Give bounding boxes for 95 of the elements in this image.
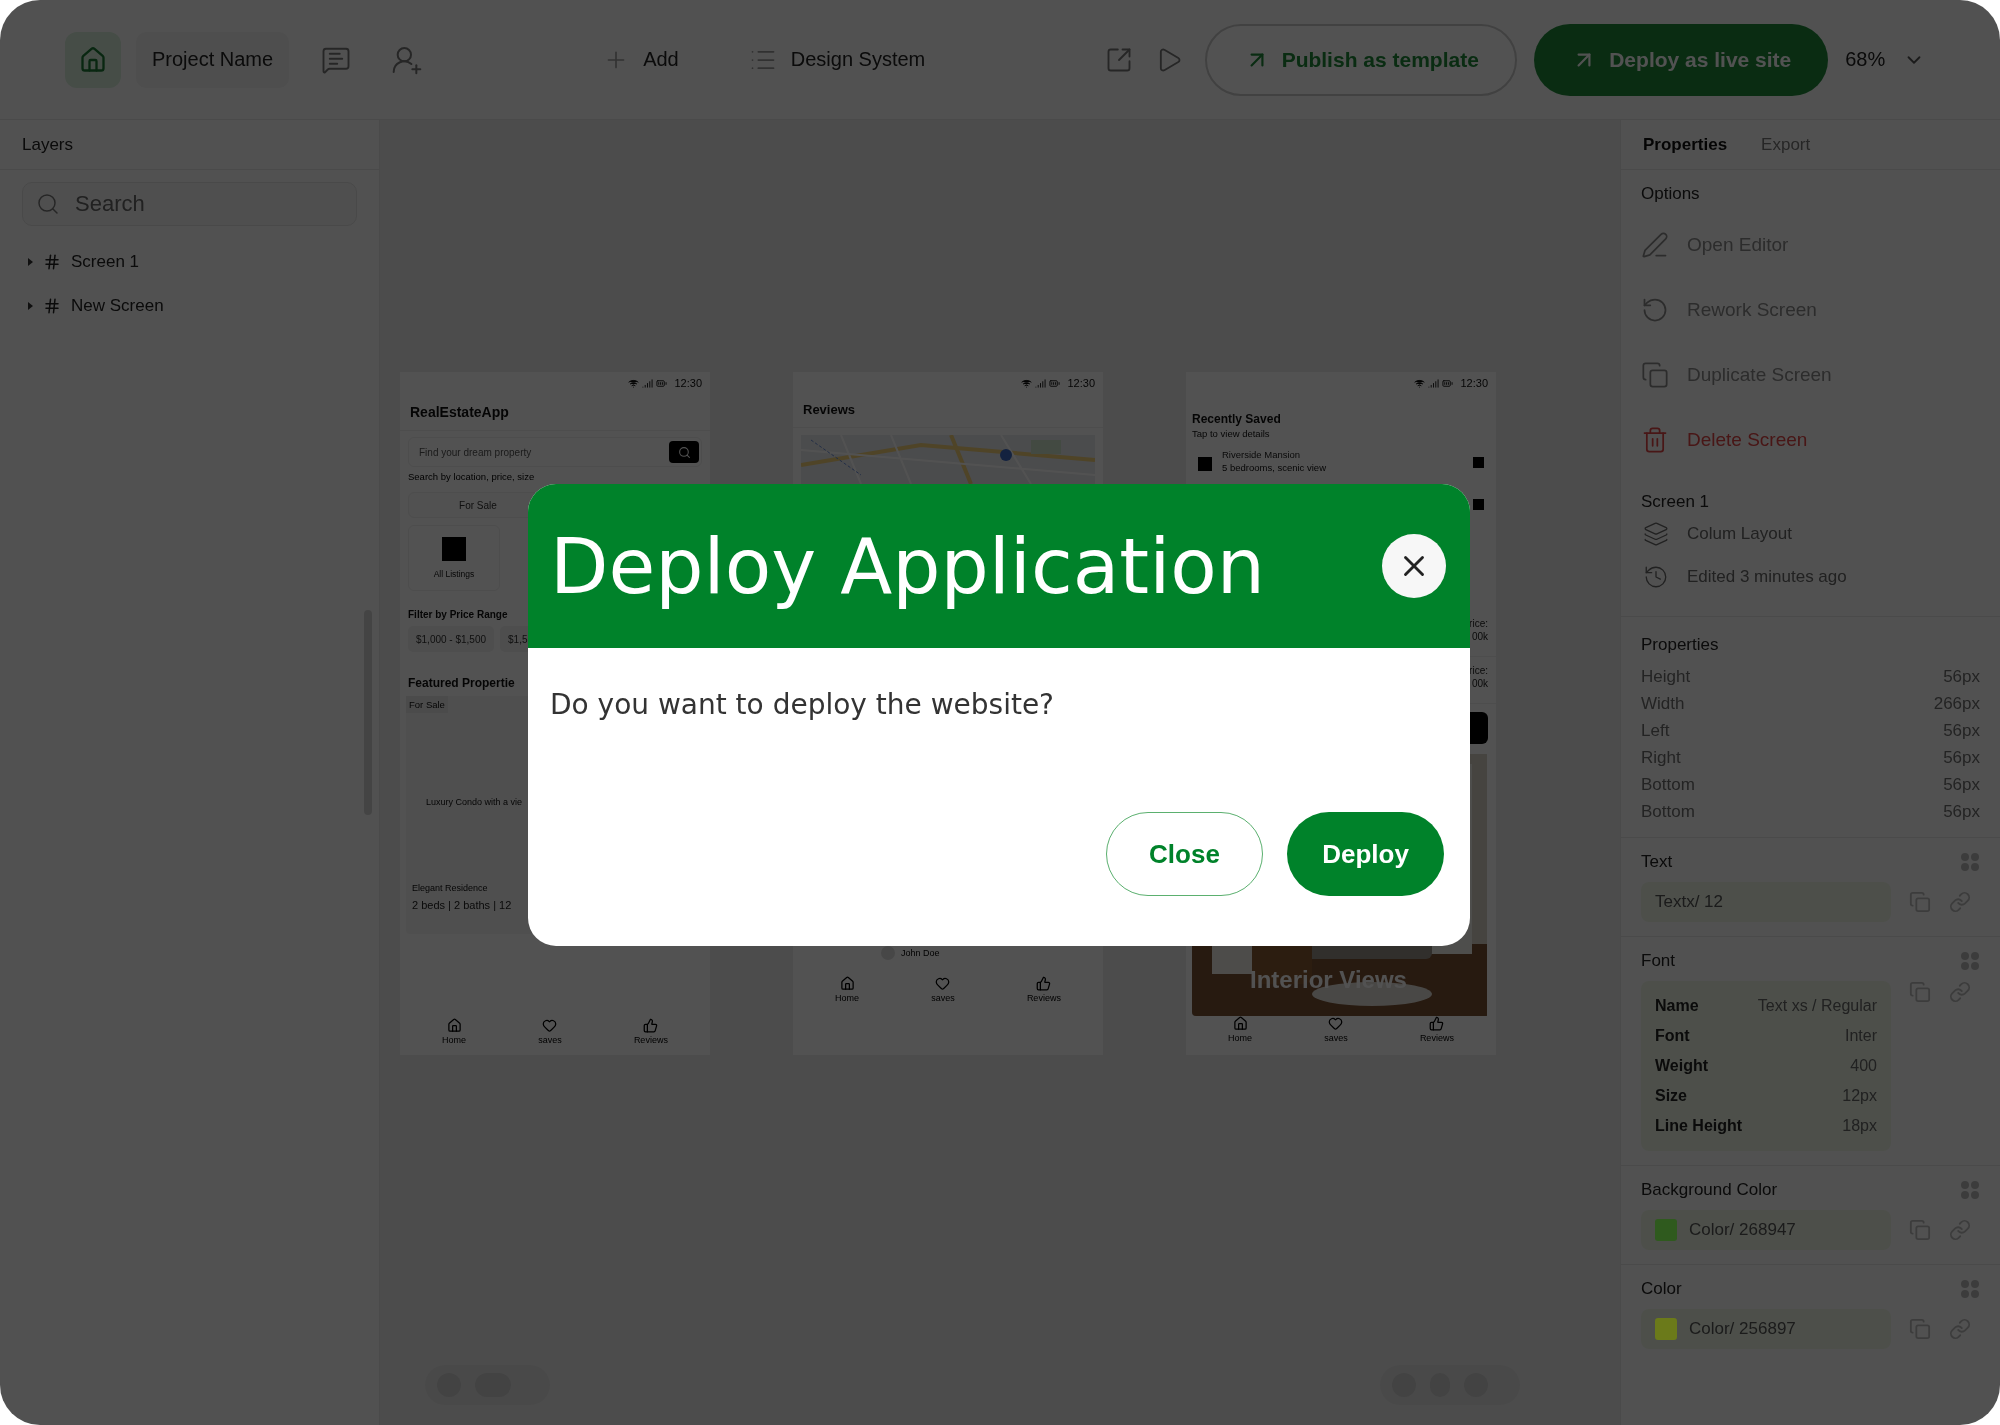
caret-icon[interactable] [28,258,33,266]
layer-item[interactable]: New Screen [0,284,379,328]
nav-item[interactable]: saves [538,1018,562,1045]
deploy-button[interactable]: Deploy [1287,812,1444,896]
duplicate-icon [1641,360,1669,389]
banner-title: Interior Views [1250,966,1407,994]
layer-item[interactable]: Screen 1 [0,240,379,284]
dialog-title: Deploy Application [550,521,1265,611]
frame-icon [43,297,61,315]
font-label: Name [1655,997,1699,1015]
publish-button[interactable]: Publish as template [1205,23,1518,96]
price-label: rice: [1469,665,1488,676]
category-icon [442,537,466,561]
nav-item[interactable]: Reviews [1026,976,1061,1003]
avatar [881,946,895,960]
app-title: RealEstateApp [400,394,710,431]
nav-item[interactable]: Reviews [633,1018,668,1045]
close-dialog-button[interactable]: Close [1106,812,1263,896]
app-title: Reviews [793,394,1103,428]
price-label: rice: [1469,618,1488,629]
home-icon [79,45,107,74]
nav-item[interactable]: saves [931,976,955,1003]
zoom-dropdown[interactable]: 68% [1845,48,1926,71]
font-label: Size [1655,1087,1687,1105]
add-button[interactable]: Add [603,46,679,73]
wifi-icon [1021,377,1033,389]
property-tag: For Sale [406,696,448,713]
price-chip[interactable]: $1,000 - $1,500 [408,626,495,652]
layers-icon [1643,520,1669,547]
item-detail: 5 bedrooms, scenic view [1222,461,1328,473]
thumbs-up-icon [643,1018,659,1033]
layer-label: New Screen [71,296,164,316]
panel-tab[interactable]: Properties [1643,134,1728,155]
status-time: 12:30 [1067,377,1095,389]
pen-icon [1641,230,1669,259]
dialog-message: Do you want to deploy the website? [550,688,1055,721]
battery-icon [656,377,668,389]
panel-title: Layers [22,134,74,155]
font-label: Line Height [1655,1117,1743,1135]
search-icon [36,192,60,216]
section-title: Color [1641,1279,1682,1299]
nav-item[interactable]: Reviews [1419,1016,1454,1043]
subtitle: Tap to view details [1191,427,1271,439]
signal-icon [1035,377,1047,389]
layer-label: Screen 1 [71,252,140,272]
trash-icon [1641,425,1669,454]
wifi-icon [1414,377,1426,389]
nav-item[interactable]: Home [1228,1016,1253,1043]
property-name: Elegant Residence [411,882,489,893]
battery-icon [1049,377,1061,389]
section-title: Featured Propertie [407,675,516,690]
app-title: Recently Saved [1191,411,1282,426]
heart-icon [935,976,951,991]
status-time: 12:30 [674,377,702,389]
frame-icon [43,253,61,271]
section-title: Filter by Price Range [407,608,509,620]
option-item[interactable]: Delete Screen [1641,407,1980,472]
price-value: 00k [1471,630,1488,642]
font-label: Weight [1655,1057,1709,1075]
section-title: Background Color [1641,1180,1778,1200]
section-title: Properties [1641,635,1720,655]
thumbs-up-icon [1036,976,1052,991]
section-title: Font [1641,951,1676,971]
section-title: Text [1641,852,1673,872]
home-icon [1232,1016,1248,1031]
heart-icon [1328,1016,1344,1031]
home-button[interactable] [65,31,121,88]
home-icon [446,1018,462,1033]
wifi-icon [628,377,640,389]
nav-item[interactable]: Home [442,1018,467,1045]
search-hint: Search by location, price, size [407,470,536,482]
property-details: 2 beds | 2 baths | 12 [411,898,513,911]
caret-icon[interactable] [28,302,33,310]
nav-item[interactable]: Home [835,976,860,1003]
heart-icon [542,1018,558,1033]
section-title: Screen 1 [1641,492,1711,512]
thumbs-up-icon [1429,1016,1445,1031]
signal-icon [642,377,654,389]
item-icon [1198,457,1212,471]
section-title: Options [1641,184,1701,204]
item-action-icon [1473,499,1484,510]
status-time: 12:30 [1460,377,1488,389]
price-value: 00k [1471,677,1488,689]
signal-icon [1428,377,1440,389]
reviewer-name: John Doe [901,948,940,958]
home-icon [839,976,855,991]
item-name: Riverside Mansion [1222,449,1302,460]
search-button[interactable] [669,441,699,463]
item-action-icon [1473,457,1484,468]
font-label: Font [1655,1027,1690,1045]
nav-item[interactable]: saves [1324,1016,1348,1043]
design-system-button[interactable]: Design System [748,45,926,74]
search-icon [677,445,691,459]
battery-icon [1442,377,1454,389]
deploy-live-button[interactable]: Deploy as live site [1534,23,1829,96]
